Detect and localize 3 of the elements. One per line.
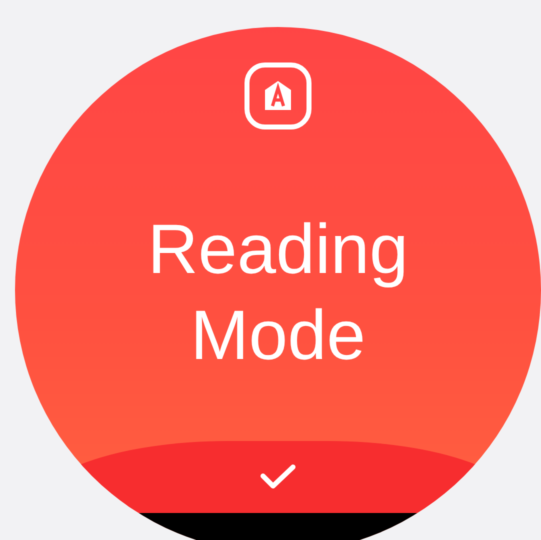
reading-mode-icon xyxy=(244,62,312,130)
mode-title: Reading Mode xyxy=(146,209,410,376)
checkmark-icon xyxy=(260,464,296,490)
